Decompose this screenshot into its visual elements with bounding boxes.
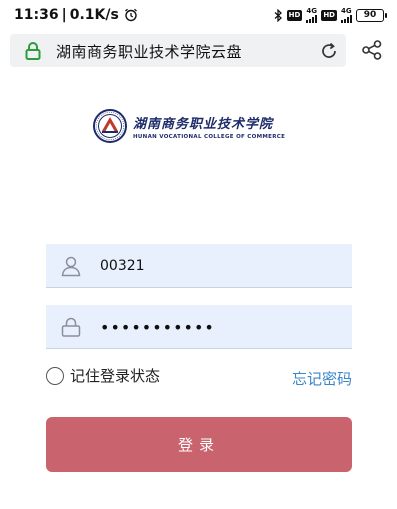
remember-login-option[interactable]: 记住登录状态 [46, 365, 160, 386]
signal-strength-icon-2: 4G [341, 8, 352, 23]
hd-badge-1: HD [286, 10, 303, 21]
logo-name-en: HUNAN VOCATIONAL COLLEGE OF COMMERCE [133, 133, 286, 140]
password-input[interactable] [100, 305, 340, 349]
logo-text: 湖南商务职业技术学院 HUNAN VOCATIONAL COLLEGE OF C… [133, 113, 285, 140]
username-input[interactable] [100, 244, 340, 288]
url-text: 湖南商务职业技术学院云盘 [56, 43, 243, 61]
status-time: 11:36 [14, 7, 59, 23]
password-field[interactable] [46, 305, 352, 349]
network-type-2: 4G [341, 7, 352, 15]
status-separator: | [61, 7, 67, 23]
url-field[interactable]: 湖南商务职业技术学院云盘 [10, 34, 346, 67]
status-bar: 11:36 | 0.1K/s HD 4G HD 4G 90 [0, 0, 397, 32]
alarm-clock-icon [124, 8, 137, 22]
logo-name-cn: 湖南商务职业技术学院 [133, 116, 274, 132]
status-left: 11:36 | 0.1K/s [14, 7, 138, 23]
lock-icon [25, 42, 41, 60]
username-field[interactable] [46, 244, 352, 288]
network-speed: 0.1K/s [69, 7, 119, 23]
signal-strength-icon-1: 4G [306, 7, 318, 23]
status-right: HD 4G HD 4G 90 [274, 8, 387, 23]
user-icon [61, 256, 81, 277]
college-logo: 湖南商务职业技术学院 HUNAN VOCATIONAL COLLEGE OF C… [93, 106, 285, 146]
hd-badge-2: HD [321, 10, 337, 21]
reload-icon[interactable] [318, 40, 340, 62]
browser-address-bar: 湖南商务职业技术学院云盘 [0, 32, 397, 70]
login-page: 湖南商务职业技术学院 HUNAN VOCATIONAL COLLEGE OF C… [0, 72, 397, 509]
login-button[interactable]: 登录 [46, 417, 352, 472]
battery-icon: 90 [356, 9, 387, 22]
forgot-password-link[interactable]: 忘记密码 [292, 368, 352, 389]
share-icon[interactable] [361, 39, 383, 61]
padlock-icon [61, 317, 81, 337]
remember-radio[interactable] [46, 366, 64, 385]
battery-level: 90 [356, 9, 384, 22]
bluetooth-icon [274, 9, 282, 22]
college-seal-icon [93, 109, 127, 143]
network-type-1: 4G [306, 7, 317, 15]
remember-label: 记住登录状态 [70, 367, 161, 385]
